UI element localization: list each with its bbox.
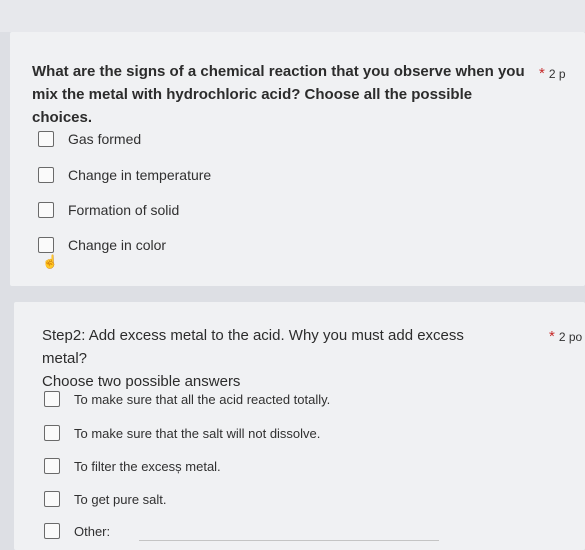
checkbox[interactable] bbox=[44, 458, 60, 474]
checkbox[interactable] bbox=[38, 167, 54, 183]
option-label: To filter the excesș metal. bbox=[74, 458, 221, 474]
checkbox[interactable] bbox=[44, 391, 60, 407]
option-label: To make sure that all the acid reacted t… bbox=[74, 391, 331, 407]
option-label: To get pure salt. bbox=[74, 491, 167, 507]
option-label: Other: bbox=[74, 523, 111, 539]
option-label: Gas formed bbox=[68, 131, 142, 147]
checkbox[interactable] bbox=[44, 491, 60, 507]
checkbox[interactable] bbox=[44, 523, 60, 539]
checkbox[interactable] bbox=[38, 131, 54, 147]
other-text-input[interactable] bbox=[139, 540, 439, 541]
question-card-1: What are the signs of a chemical reactio… bbox=[10, 32, 585, 286]
checkbox[interactable] bbox=[38, 237, 54, 253]
required-asterisk: * bbox=[539, 65, 545, 82]
option-label: Formation of solid bbox=[68, 202, 180, 218]
option-formation-of-solid[interactable]: Formation of solid bbox=[38, 202, 179, 218]
option-label: Change in color bbox=[68, 237, 167, 253]
question-2-line-2: Choose two possible answers bbox=[42, 373, 241, 390]
option-acid-reacted-totally[interactable]: To make sure that all the acid reacted t… bbox=[44, 391, 330, 407]
option-change-in-color[interactable]: Change in color bbox=[38, 237, 166, 253]
hand-pointer-icon: ☝ bbox=[42, 254, 59, 269]
points-label: 2 po bbox=[558, 330, 583, 344]
question-2-title: Step2: Add excess metal to the acid. Why… bbox=[42, 324, 512, 393]
option-other[interactable]: Other: bbox=[44, 523, 110, 539]
required-asterisk: * bbox=[549, 328, 555, 345]
checkbox[interactable] bbox=[44, 425, 60, 441]
question-card-2: Step2: Add excess metal to the acid. Why… bbox=[14, 302, 585, 550]
question-1-points: * 2 p bbox=[539, 65, 566, 82]
option-label: To make sure that the salt will not diss… bbox=[74, 425, 321, 441]
option-change-in-temperature[interactable]: Change in temperature bbox=[38, 167, 211, 183]
option-get-pure-salt[interactable]: To get pure salt. bbox=[44, 491, 167, 507]
option-label: Change in temperature bbox=[68, 167, 212, 183]
points-label: 2 p bbox=[548, 67, 566, 81]
option-filter-excess-metal[interactable]: To filter the excesș metal. bbox=[44, 458, 221, 474]
question-2-line-1: Step2: Add excess metal to the acid. Why… bbox=[42, 327, 464, 367]
option-gas-formed[interactable]: Gas formed bbox=[38, 131, 141, 147]
question-1-title: What are the signs of a chemical reactio… bbox=[32, 63, 525, 126]
checkbox[interactable] bbox=[38, 202, 54, 218]
question-2-points: * 2 po bbox=[549, 328, 582, 345]
page-top-strip bbox=[0, 0, 585, 32]
option-salt-not-dissolve[interactable]: To make sure that the salt will not diss… bbox=[44, 425, 320, 441]
